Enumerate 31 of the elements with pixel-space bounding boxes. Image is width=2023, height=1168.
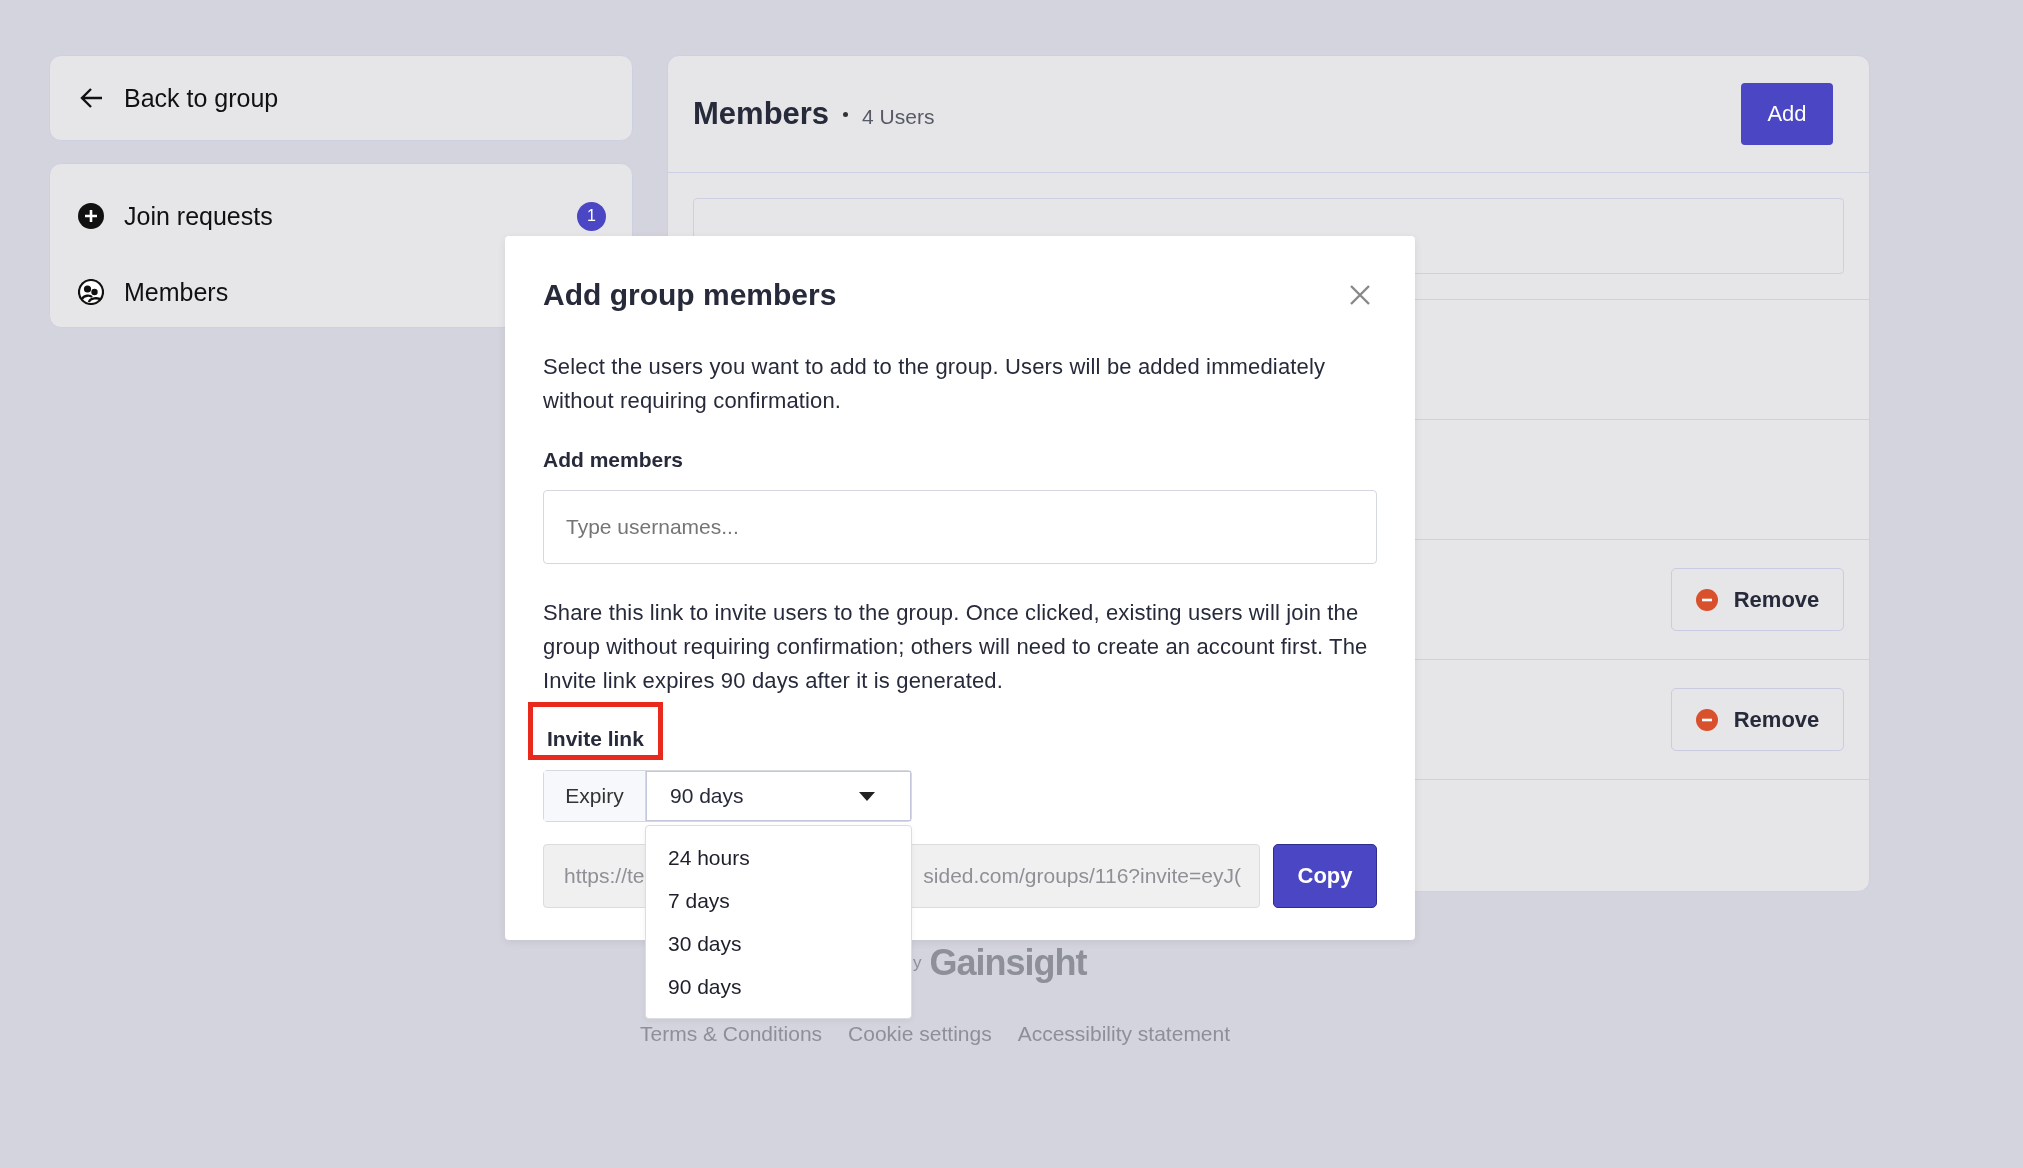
sidebar-item[interactable]: Join requests 1 — [50, 178, 632, 254]
add-button[interactable]: Add — [1741, 83, 1833, 145]
panel-title: Members — [693, 96, 830, 132]
minus-circle-icon — [1695, 588, 1718, 611]
expiry-label: Expiry — [544, 771, 646, 821]
dropdown-option[interactable]: 24 hours — [646, 836, 911, 879]
separator-dot — [843, 111, 849, 117]
count-badge: 1 — [577, 201, 606, 231]
back-link[interactable]: Back to group — [49, 55, 633, 141]
brand-logo: Gainsight — [929, 942, 1087, 984]
close-icon — [1349, 284, 1371, 306]
dropdown-option[interactable]: 7 days — [646, 879, 911, 922]
user-count: 4 Users — [862, 105, 935, 129]
minus-circle-icon — [1695, 708, 1718, 731]
remove-button[interactable]: Remove — [1671, 568, 1844, 631]
invite-description: Share this link to invite users to the group. Once clicked, existing users will join the group without requiring confirmation; others will need to create an account first. The Invite link expires 90 days after it is generated. — [543, 599, 1369, 695]
username-field[interactable]: Type usernames... — [543, 490, 1377, 564]
caret-down-icon — [859, 791, 875, 801]
description-text: Select the users you want to add to the group. Users will be added immediately without requiring confirmation. — [543, 353, 1327, 415]
dialog-title: Add group members — [543, 278, 837, 312]
copy-button[interactable]: Copy — [1273, 844, 1377, 908]
expiry-dropdown[interactable]: 90 days — [646, 771, 911, 821]
invite-link-label: Invite link — [528, 702, 663, 760]
field-label: Add members — [543, 448, 685, 472]
remove-button[interactable]: Remove — [1671, 688, 1844, 751]
powered-by-text: y — [913, 953, 922, 973]
dropdown-option[interactable]: 90 days — [646, 965, 911, 1008]
arrow-left-icon — [80, 87, 104, 109]
dropdown-option[interactable]: 30 days — [646, 922, 911, 965]
people-icon — [78, 279, 104, 305]
plus-circle-icon — [78, 203, 104, 229]
